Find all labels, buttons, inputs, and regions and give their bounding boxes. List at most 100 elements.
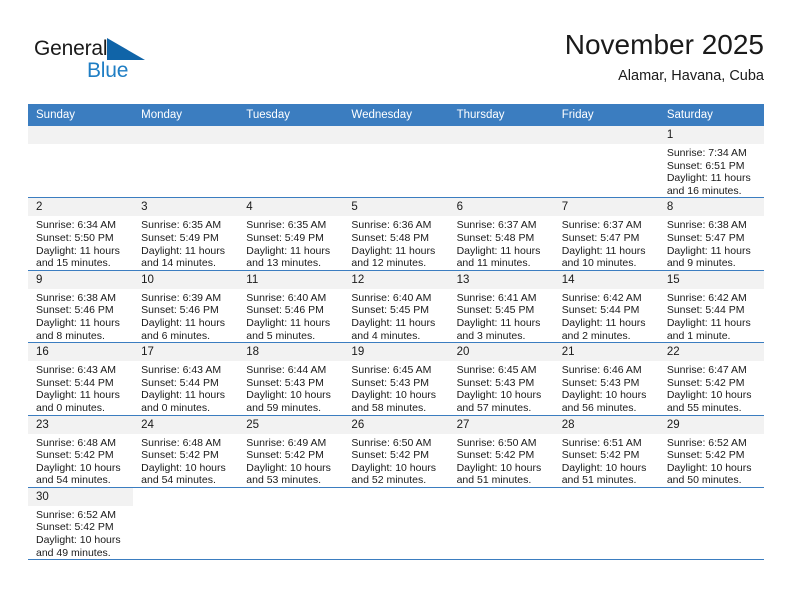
day-details: Sunrise: 6:51 AM Sunset: 5:42 PM Daylight:… (554, 434, 659, 487)
sunrise-text: Sunrise: 6:42 AM (666, 291, 747, 304)
daylight-text-line1: Daylight: 11 hours (666, 244, 751, 257)
day-number (343, 488, 448, 506)
daylight-text-line1: Daylight: 10 hours (246, 461, 331, 474)
calendar-day-cell[interactable]: 21 Sunrise: 6:46 AM Sunset: 5:43 PM Dayligh… (553, 342, 659, 416)
daylight-text-line1: Daylight: 10 hours (141, 461, 226, 474)
calendar-week-row: 30 Sunrise: 6:52 AM Sunset: 5:42 PM Dayligh… (28, 487, 764, 561)
day-details: Sunrise: 6:40 AM Sunset: 5:46 PM Daylight:… (238, 289, 343, 342)
sunset-text: Sunset: 5:42 PM (36, 449, 114, 462)
calendar-day-cell[interactable]: 20 Sunrise: 6:45 AM Sunset: 5:43 PM Dayligh… (448, 342, 554, 416)
calendar-day-cell[interactable]: 4 Sunrise: 6:35 AM Sunset: 5:49 PM Daylight… (238, 197, 344, 271)
day-details: Sunrise: 6:35 AM Sunset: 5:49 PM Daylight:… (133, 216, 238, 269)
calendar-day-cell[interactable]: 17 Sunrise: 6:43 AM Sunset: 5:44 PM Dayligh… (133, 342, 239, 416)
calendar-day-cell[interactable]: 1 Sunrise: 7:34 AM Sunset: 6:51 PM Daylight… (658, 126, 764, 199)
calendar-day-cell[interactable]: 22 Sunrise: 6:47 AM Sunset: 5:42 PM Dayligh… (658, 342, 764, 416)
day-number: 3 (133, 198, 239, 217)
calendar-day-cell[interactable]: 29 Sunrise: 6:52 AM Sunset: 5:42 PM Dayligh… (658, 415, 764, 488)
day-number: 9 (28, 270, 134, 289)
daylight-text-line1: Daylight: 11 hours (36, 389, 120, 402)
calendar-day-cell[interactable]: 16 Sunrise: 6:43 AM Sunset: 5:44 PM Dayligh… (28, 342, 134, 416)
calendar-day-cell[interactable]: 24 Sunrise: 6:48 AM Sunset: 5:42 PM Dayligh… (133, 415, 239, 488)
daylight-text-line2: and 53 minutes. (246, 474, 321, 487)
calendar-day-cell[interactable]: 5 Sunrise: 6:36 AM Sunset: 5:48 PM Daylight… (343, 197, 449, 271)
calendar-day-cell[interactable]: 14 Sunrise: 6:42 AM Sunset: 5:44 PM Dayligh… (553, 270, 659, 344)
calendar-cell-empty (28, 126, 134, 199)
weekday-header-saturday: Saturday (658, 104, 764, 126)
sunrise-text: Sunrise: 6:49 AM (246, 436, 327, 449)
calendar-day-cell[interactable]: 18 Sunrise: 6:44 AM Sunset: 5:43 PM Dayligh… (238, 342, 344, 416)
calendar-cell-empty (448, 126, 554, 199)
sunset-text: Sunset: 5:48 PM (456, 231, 535, 244)
calendar-cell-empty (133, 487, 239, 561)
calendar-day-cell[interactable]: 8 Sunrise: 6:38 AM Sunset: 5:47 PM Daylight… (658, 197, 764, 271)
day-number: 11 (238, 270, 344, 289)
day-number: 28 (553, 415, 659, 434)
sunset-text: Sunset: 5:42 PM (246, 449, 324, 462)
sunrise-text: Sunrise: 6:51 AM (561, 436, 642, 449)
calendar-day-cell[interactable]: 25 Sunrise: 6:49 AM Sunset: 5:42 PM Dayligh… (238, 415, 344, 488)
calendar-day-cell[interactable]: 23 Sunrise: 6:48 AM Sunset: 5:42 PM Dayligh… (28, 415, 134, 488)
calendar-week-row: 23 Sunrise: 6:48 AM Sunset: 5:42 PM Dayligh… (28, 415, 764, 488)
sunset-text: Sunset: 5:42 PM (351, 449, 430, 462)
daylight-text-line2: and 54 minutes. (141, 474, 216, 487)
day-number: 18 (238, 343, 344, 362)
sunset-text: Sunset: 5:46 PM (246, 304, 324, 317)
daylight-text-line1: Daylight: 10 hours (666, 389, 752, 402)
calendar-day-cell[interactable]: 7 Sunrise: 6:37 AM Sunset: 5:47 PM Daylight… (553, 197, 659, 271)
sunrise-text: Sunrise: 6:38 AM (36, 291, 116, 304)
calendar-day-cell[interactable]: 12 Sunrise: 6:40 AM Sunset: 5:45 PM Dayligh… (343, 270, 449, 344)
day-details: Sunrise: 6:50 AM Sunset: 5:42 PM Daylight:… (449, 434, 554, 487)
calendar-day-cell[interactable]: 27 Sunrise: 6:50 AM Sunset: 5:42 PM Dayligh… (448, 415, 554, 488)
daylight-text-line1: Daylight: 11 hours (246, 244, 331, 257)
calendar-week-row: 1 Sunrise: 7:34 AM Sunset: 6:51 PM Daylight… (28, 126, 764, 199)
sunset-text: Sunset: 5:47 PM (561, 231, 640, 244)
day-details: Sunrise: 6:52 AM Sunset: 5:42 PM Daylight:… (659, 434, 764, 487)
sunrise-text: Sunrise: 6:52 AM (36, 508, 116, 521)
sunset-text: Sunset: 5:48 PM (351, 231, 430, 244)
general-blue-logo[interactable]: General Blue (34, 36, 164, 92)
daylight-text-line2: and 0 minutes. (141, 401, 211, 414)
calendar-day-cell[interactable]: 28 Sunrise: 6:51 AM Sunset: 5:42 PM Dayligh… (553, 415, 659, 488)
sunset-text: Sunset: 6:51 PM (666, 159, 745, 172)
day-number (133, 126, 239, 144)
calendar-day-cell[interactable]: 9 Sunrise: 6:38 AM Sunset: 5:46 PM Daylight… (28, 270, 134, 344)
page-title: November 2025 (564, 29, 764, 60)
calendar-day-cell[interactable]: 19 Sunrise: 6:45 AM Sunset: 5:43 PM Dayligh… (343, 342, 449, 416)
calendar-day-cell[interactable]: 13 Sunrise: 6:41 AM Sunset: 5:45 PM Dayligh… (448, 270, 554, 344)
calendar-week-row: 16 Sunrise: 6:43 AM Sunset: 5:44 PM Dayligh… (28, 342, 764, 416)
sunrise-text: Sunrise: 6:47 AM (666, 364, 747, 377)
daylight-text-line1: Daylight: 11 hours (456, 316, 541, 329)
day-number: 5 (343, 198, 449, 217)
day-number (28, 126, 134, 144)
day-number: 8 (658, 198, 764, 217)
calendar-cell-empty (658, 487, 764, 561)
daylight-text-line2: and 16 minutes. (666, 184, 742, 197)
calendar-cell-empty (133, 126, 239, 199)
calendar-day-cell[interactable]: 30 Sunrise: 6:52 AM Sunset: 5:42 PM Dayligh… (28, 487, 134, 561)
day-number: 10 (133, 270, 239, 289)
calendar-day-cell[interactable]: 15 Sunrise: 6:42 AM Sunset: 5:44 PM Dayligh… (658, 270, 764, 344)
calendar-page: General Blue November 2025 Alamar, Havan… (0, 0, 792, 612)
day-number (343, 126, 449, 144)
calendar-day-cell[interactable]: 6 Sunrise: 6:37 AM Sunset: 5:48 PM Daylight… (448, 197, 554, 271)
day-number: 21 (553, 343, 659, 362)
title-block: November 2025 Alamar, Havana, Cuba (565, 28, 764, 86)
day-details: Sunrise: 6:50 AM Sunset: 5:42 PM Daylight:… (343, 434, 448, 487)
daylight-text-line1: Daylight: 11 hours (141, 244, 225, 257)
calendar-day-cell[interactable]: 26 Sunrise: 6:50 AM Sunset: 5:42 PM Dayligh… (343, 415, 449, 488)
sunset-text: Sunset: 5:43 PM (246, 376, 324, 389)
calendar-day-cell[interactable]: 3 Sunrise: 6:35 AM Sunset: 5:49 PM Daylight… (133, 197, 239, 271)
calendar-day-cell[interactable]: 2 Sunrise: 6:34 AM Sunset: 5:50 PM Daylight… (28, 197, 134, 271)
calendar-day-cell[interactable]: 11 Sunrise: 6:40 AM Sunset: 5:46 PM Dayligh… (238, 270, 344, 344)
calendar-body: 1 Sunrise: 7:34 AM Sunset: 6:51 PM Daylight… (28, 126, 764, 561)
daylight-text-line1: Daylight: 10 hours (666, 461, 752, 474)
day-number: 13 (448, 270, 554, 289)
day-details: Sunrise: 6:40 AM Sunset: 5:45 PM Daylight:… (343, 289, 448, 342)
calendar-day-cell[interactable]: 10 Sunrise: 6:39 AM Sunset: 5:46 PM Dayligh… (133, 270, 239, 344)
day-details: Sunrise: 6:45 AM Sunset: 5:43 PM Daylight:… (449, 361, 554, 414)
day-number (448, 126, 554, 144)
sunset-text: Sunset: 5:46 PM (36, 304, 114, 317)
daylight-text-line2: and 4 minutes. (351, 329, 421, 342)
daylight-text-line2: and 2 minutes. (561, 329, 631, 342)
daylight-text-line2: and 8 minutes. (36, 329, 105, 342)
